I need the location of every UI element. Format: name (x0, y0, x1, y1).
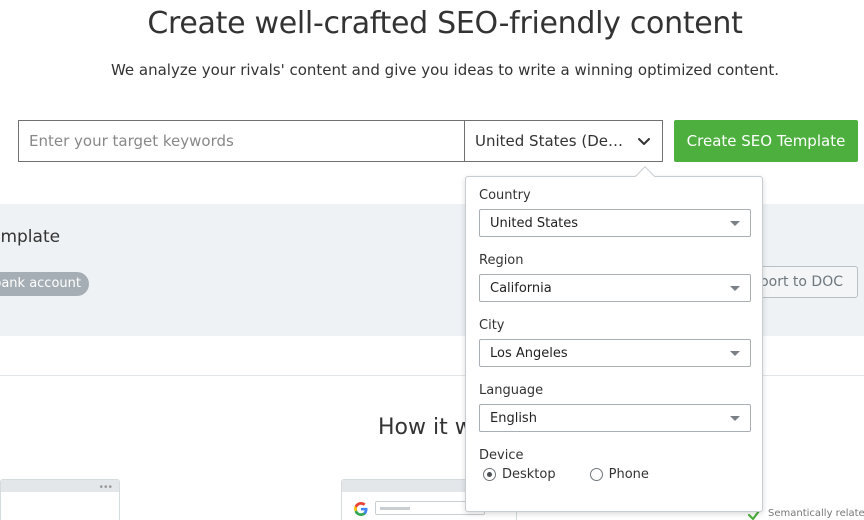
device-radio-group: Desktop Phone (483, 467, 683, 482)
caret-down-icon (730, 285, 740, 291)
device-option-desktop[interactable]: Desktop (483, 467, 556, 482)
create-seo-template-button[interactable]: Create SEO Template (674, 120, 858, 162)
location-dropdown-panel: Country United States Region California … (465, 166, 763, 512)
location-select[interactable]: United States (Des… (464, 120, 663, 162)
country-select-value: United States (490, 215, 579, 231)
city-select[interactable]: Los Angeles (479, 339, 751, 367)
popover-arrow (635, 166, 655, 186)
page-title: Create well-crafted SEO-friendly content (147, 6, 743, 41)
location-select-value: United States (Des… (475, 132, 630, 150)
country-select[interactable]: United States (479, 209, 751, 237)
preview-card-left: ••• (0, 479, 120, 520)
language-select-value: English (490, 410, 537, 426)
language-select[interactable]: English (479, 404, 751, 432)
chevron-down-icon (638, 138, 650, 145)
region-select[interactable]: California (479, 274, 751, 302)
keyword-input[interactable] (18, 120, 465, 162)
template-title-text: emplate (0, 227, 61, 247)
region-label: Region (479, 253, 524, 268)
radio-checked-icon[interactable] (483, 468, 496, 481)
caret-down-icon (730, 415, 740, 421)
radio-unchecked-icon[interactable] (589, 468, 603, 481)
google-icon (354, 502, 368, 516)
device-option-label: Phone (608, 467, 649, 482)
more-dots-icon: ••• (99, 482, 113, 493)
device-option-phone[interactable]: Phone (589, 467, 649, 482)
keyword-tag[interactable]: bank account (0, 272, 89, 296)
caret-down-icon (730, 350, 740, 356)
device-label: Device (479, 448, 524, 463)
template-title: emplate (0, 227, 70, 247)
language-label: Language (479, 383, 544, 398)
caret-down-icon (730, 220, 740, 226)
how-it-works-heading: How it w (378, 415, 473, 440)
city-select-value: Los Angeles (490, 345, 568, 361)
city-label: City (479, 318, 505, 333)
country-label: Country (479, 188, 531, 203)
semantically-related-label: Semantically related (768, 508, 864, 519)
device-option-label: Desktop (502, 467, 556, 482)
region-select-value: California (490, 280, 552, 296)
page-subtitle: We analyze your rivals' content and give… (110, 61, 780, 79)
